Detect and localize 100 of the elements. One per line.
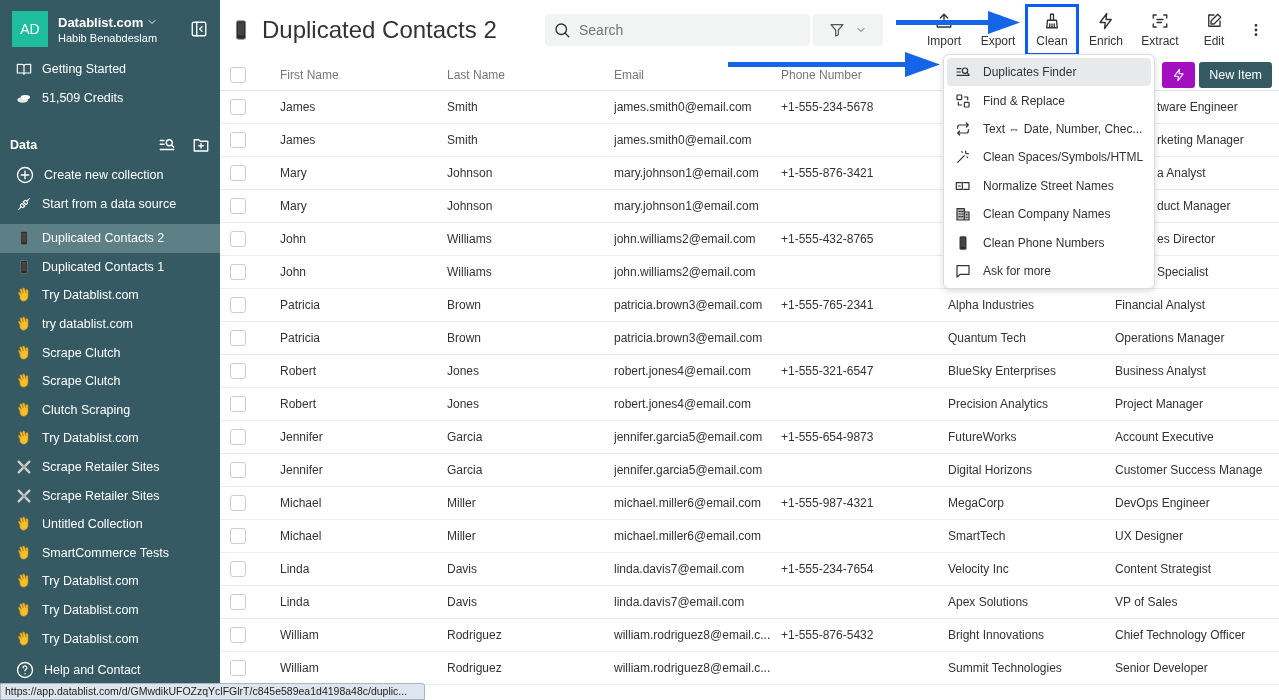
row-checkbox[interactable]	[230, 561, 246, 577]
row-checkbox[interactable]	[230, 198, 246, 214]
sidebar-item[interactable]: Scrape Retailer Sites	[0, 481, 220, 510]
sidebar-item[interactable]: 51,509 Credits	[0, 83, 220, 112]
table-cell: Account Executive	[1115, 430, 1214, 444]
search-field[interactable]: Search	[545, 14, 810, 46]
filter-button[interactable]	[813, 14, 883, 46]
sidebar-item[interactable]: Try Datablist.com	[0, 624, 220, 653]
sidebar-item[interactable]: Clutch Scraping	[0, 395, 220, 425]
sidebar-item[interactable]: try datablist.com	[0, 309, 220, 339]
menu-item[interactable]: Clean Company Names	[947, 199, 1151, 229]
select-all-checkbox[interactable]	[230, 67, 246, 83]
table-cell: Brown	[447, 298, 481, 312]
table-cell: Patricia	[280, 331, 320, 345]
table-cell: robert.jones4@email.com	[614, 397, 751, 411]
table-cell: Mary	[280, 199, 307, 213]
row-checkbox[interactable]	[230, 99, 246, 115]
column-header[interactable]: Phone Number	[781, 68, 862, 82]
table-cell: Customer Success Manage	[1115, 463, 1263, 477]
table-cell: +1-555-765-2341	[781, 298, 874, 312]
table-cell: Jennifer	[280, 463, 323, 477]
row-checkbox[interactable]	[230, 429, 246, 445]
table-cell: Content Strategist	[1115, 562, 1212, 576]
sidebar-item[interactable]: Untitled Collection	[0, 509, 220, 539]
table-cell: Business Analyst	[1115, 364, 1206, 378]
table-cell: Alpha Industries	[948, 298, 1035, 312]
sidebar-item[interactable]: SmartCommerce Tests	[0, 538, 220, 568]
table-cell: Garcia	[447, 463, 483, 477]
table-cell: +1-555-234-7654	[781, 562, 874, 576]
row-checkbox[interactable]	[230, 528, 246, 544]
workspace-name[interactable]: Datablist.com	[58, 14, 144, 30]
table-cell: MegaCorp	[948, 496, 1005, 510]
table-cell: Robert	[280, 397, 317, 411]
table-cell: tware Engineer	[1157, 100, 1238, 114]
row-checkbox[interactable]	[230, 396, 246, 412]
waving-hand-icon	[16, 373, 32, 390]
new-item-button[interactable]: New Item	[1199, 62, 1272, 88]
menu-item[interactable]: Find & Replace	[947, 86, 1151, 115]
row-checkbox[interactable]	[230, 627, 246, 643]
sidebar-item[interactable]: Duplicated Contacts 1	[0, 252, 220, 282]
table-cell: Miller	[447, 529, 476, 543]
menu-item[interactable]: Duplicates Finder	[947, 58, 1151, 87]
row-checkbox[interactable]	[230, 297, 246, 313]
waving-hand-icon	[16, 316, 32, 333]
row-checkbox[interactable]	[230, 594, 246, 610]
scan-icon	[1151, 12, 1169, 30]
column-header[interactable]: First Name	[280, 68, 339, 82]
table-cell: Jones	[447, 364, 480, 378]
toolbar-button[interactable]: Extract	[1133, 4, 1187, 56]
row-checkbox[interactable]	[230, 330, 246, 346]
row-checkbox[interactable]	[230, 264, 246, 280]
table-cell: Operations Manager	[1115, 331, 1225, 345]
sidebar-item[interactable]: Help and Contact	[0, 657, 220, 683]
menu-item[interactable]: Ask for more	[947, 256, 1151, 286]
sidebar-item[interactable]: Getting Started	[0, 54, 220, 83]
sidebar-item[interactable]: Start from a data source	[0, 189, 220, 218]
menu-item[interactable]: Text ⇔ Date, Number, Chec...	[947, 114, 1151, 144]
table-cell: Precision Analytics	[948, 397, 1049, 411]
sidebar-item[interactable]: Try Datablist.com	[0, 595, 220, 625]
waving-hand-icon	[16, 516, 32, 533]
row-checkbox[interactable]	[230, 495, 246, 511]
table-cell: james.smith0@email.com	[614, 133, 752, 147]
column-header[interactable]: Email	[614, 68, 644, 82]
table-cell: +1-555-234-5678	[781, 100, 874, 114]
sidebar-item[interactable]: Scrape Retailer Sites	[0, 452, 220, 482]
chat-icon	[955, 262, 971, 279]
table-cell: DevOps Engineer	[1115, 496, 1210, 510]
sidebar-item[interactable]: Try Datablist.com	[0, 281, 220, 310]
sidebar-item[interactable]: Try Datablist.com	[0, 424, 220, 453]
sidebar-item[interactable]: Try Datablist.com	[0, 567, 220, 596]
upload-icon	[935, 12, 953, 30]
toolbar-button[interactable]: Import	[917, 4, 971, 56]
toolbar-button[interactable]: Edit	[1187, 4, 1241, 56]
row-checkbox[interactable]	[230, 660, 246, 676]
column-header[interactable]: Last Name	[447, 68, 506, 82]
menu-item[interactable]: Clean Phone Numbers	[947, 228, 1151, 257]
table-cell: Smith	[447, 133, 478, 147]
row-checkbox[interactable]	[230, 231, 246, 247]
sidebar-item[interactable]: Create new collection	[0, 160, 220, 189]
funnel-icon	[829, 22, 845, 38]
row-checkbox[interactable]	[230, 462, 246, 478]
table-cell: mary.johnson1@email.com	[614, 166, 759, 180]
row-checkbox[interactable]	[230, 132, 246, 148]
plug-icon	[16, 195, 32, 212]
toolbar-button[interactable]: Enrich	[1079, 4, 1133, 56]
sidebar-item[interactable]: Scrape Clutch	[0, 366, 220, 396]
table-cell: +1-555-876-5432	[781, 628, 874, 642]
table-cell: +1-555-432-8765	[781, 232, 874, 246]
row-checkbox[interactable]	[230, 363, 246, 379]
building-icon	[955, 206, 971, 223]
table-cell: duct Manager	[1157, 199, 1231, 213]
sidebar-item[interactable]: Scrape Clutch	[0, 338, 220, 367]
menu-item[interactable]: Normalize Street Names	[947, 171, 1151, 200]
sidebar-item[interactable]: Duplicated Contacts 2	[0, 224, 220, 253]
enrich-button[interactable]	[1162, 62, 1196, 88]
row-checkbox[interactable]	[230, 165, 246, 181]
table-cell: James	[280, 133, 316, 147]
table-cell: +1-555-321-6547	[781, 364, 874, 378]
table-cell: Davis	[447, 595, 477, 609]
menu-item[interactable]: Clean Spaces/Symbols/HTML	[947, 143, 1151, 172]
